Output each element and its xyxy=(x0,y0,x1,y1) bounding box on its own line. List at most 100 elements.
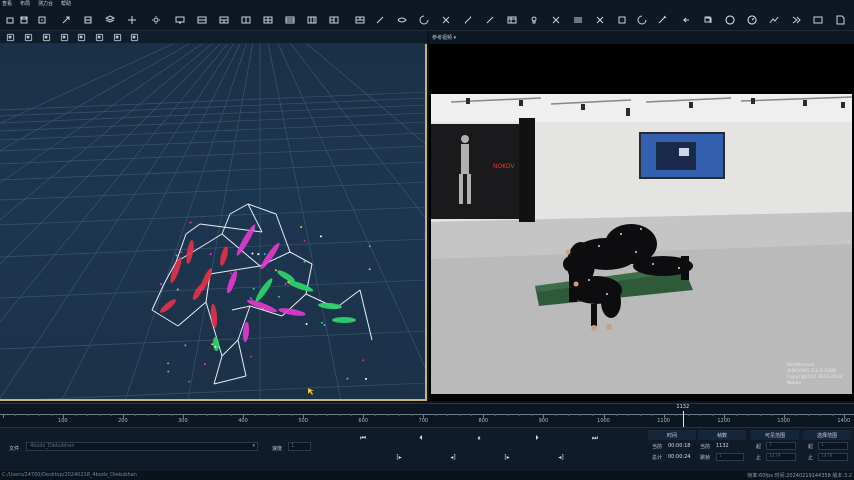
view-perspective-icon[interactable] xyxy=(60,33,70,42)
bone-link-icon-glyph xyxy=(376,16,384,24)
mark-in-button[interactable]: [▸ xyxy=(393,452,405,462)
save-icon[interactable] xyxy=(18,14,30,26)
panel-split-3-icon[interactable] xyxy=(240,14,252,26)
selection-end-input[interactable]: 1479 xyxy=(818,453,848,461)
mark-in-icon: [▸ xyxy=(396,453,402,461)
export-icon[interactable] xyxy=(82,14,94,26)
save-as-icon[interactable] xyxy=(36,14,48,26)
reference-video-dropdown[interactable]: 参考视频 ▾ xyxy=(432,34,456,41)
document-icon[interactable] xyxy=(834,14,846,26)
timeline-tick xyxy=(158,414,160,416)
bone-link-icon[interactable] xyxy=(374,14,386,26)
file-select[interactable]: 4bods_Diekubhan ▾ xyxy=(26,442,258,451)
record-icon[interactable] xyxy=(724,14,736,26)
fit-icon[interactable] xyxy=(130,33,140,42)
skip-start-icon: ⏮ xyxy=(359,433,367,442)
timeline-tick xyxy=(519,414,521,416)
folder-open-icon[interactable] xyxy=(4,14,16,26)
selection-start-input[interactable]: 1 xyxy=(818,442,848,450)
menu-help[interactable]: 帮助 xyxy=(61,0,71,9)
speed-label: 速度 xyxy=(272,446,283,452)
visible-start-input[interactable]: 1 xyxy=(766,442,796,450)
target-icon[interactable] xyxy=(616,14,628,26)
panel-grid-icon[interactable] xyxy=(262,14,274,26)
set-out-button[interactable]: [▸ xyxy=(501,452,513,462)
playhead[interactable] xyxy=(682,411,684,428)
mark-out-button[interactable]: ◂] xyxy=(555,452,567,462)
link-icon[interactable] xyxy=(60,14,72,26)
wand-icon[interactable] xyxy=(656,14,668,26)
selection-start-label: 起 xyxy=(808,444,814,450)
3d-viewport[interactable] xyxy=(0,44,427,401)
view-camera-icon[interactable] xyxy=(77,33,87,42)
menu-force-plate[interactable]: 测力台 xyxy=(38,0,53,9)
rotate-icon[interactable] xyxy=(636,14,648,26)
menu-view[interactable]: 查看 xyxy=(2,0,12,9)
set-in-button[interactable]: ◂] xyxy=(447,452,459,462)
panel-grid-4-icon[interactable] xyxy=(328,14,340,26)
timeline[interactable]: 1132 100 200 300 400 500 600 700 800 900 1000 1100… xyxy=(0,403,854,428)
timeline-tick xyxy=(219,414,220,416)
gauge-icon-glyph xyxy=(747,15,757,25)
panel-grid-5-icon[interactable] xyxy=(354,14,366,26)
settings-icon[interactable] xyxy=(150,14,162,26)
word-icon[interactable] xyxy=(812,14,824,26)
3d-scene xyxy=(0,44,425,399)
view-top-icon[interactable] xyxy=(42,33,52,42)
step-back-button[interactable]: ⏴ xyxy=(415,433,427,443)
settings-icon-glyph xyxy=(152,16,160,24)
gauge-icon[interactable] xyxy=(746,14,758,26)
reset-view-icon[interactable] xyxy=(113,33,123,42)
cube-icon[interactable] xyxy=(95,33,105,42)
speed-input[interactable]: 1 xyxy=(288,442,311,451)
scissors-icon[interactable] xyxy=(594,14,606,26)
wand-icon-glyph xyxy=(658,15,667,24)
step-forward-button[interactable]: ⏵ xyxy=(531,433,543,443)
copy-icon[interactable] xyxy=(702,14,714,26)
marker-connect-icon[interactable] xyxy=(462,14,474,26)
table-icon[interactable] xyxy=(506,14,518,26)
cut-icon[interactable] xyxy=(440,14,452,26)
panel-grid-2-icon-glyph xyxy=(285,16,295,24)
cross-icon[interactable] xyxy=(550,14,562,26)
layers-icon[interactable] xyxy=(104,14,116,26)
skip-end-button[interactable]: ⏭ xyxy=(589,433,601,443)
bulb-icon[interactable] xyxy=(528,14,540,26)
undo-icon[interactable] xyxy=(680,14,692,26)
reference-video-panel[interactable]: NOKOV PostProcess XINGYING 3.2.0.2009 Co… xyxy=(429,44,854,401)
graph-icon-glyph xyxy=(769,16,779,24)
menu-layout[interactable]: 布局 xyxy=(20,0,30,9)
timeline-tick xyxy=(747,414,749,416)
layers-icon-glyph xyxy=(105,15,115,23)
refresh-marker-icon-glyph xyxy=(419,15,429,25)
timeline-tick xyxy=(567,414,569,416)
bone-icon[interactable] xyxy=(484,14,496,26)
reference-toolbar: 参考视频 ▾ xyxy=(429,31,854,44)
panel-split-icon[interactable] xyxy=(196,14,208,26)
timeline-tick xyxy=(591,414,593,416)
timeline-tick xyxy=(38,414,40,416)
pause-button[interactable]: ⏸ xyxy=(473,433,485,443)
panel-grid-3-icon[interactable] xyxy=(306,14,318,26)
timeline-tick xyxy=(735,414,737,416)
timeline-tick xyxy=(351,414,353,416)
skip-start-button[interactable]: ⏮ xyxy=(357,433,369,443)
skip-frames-input[interactable]: 1 xyxy=(716,453,744,461)
record-icon-glyph xyxy=(725,15,735,25)
display-icon[interactable] xyxy=(174,14,186,26)
timeline-tick-label: 500 xyxy=(298,418,308,424)
view-front-icon[interactable] xyxy=(6,33,16,42)
panel-grid-2-icon[interactable] xyxy=(284,14,296,26)
eye-icon[interactable] xyxy=(396,14,408,26)
panel-split-2-icon[interactable] xyxy=(218,14,230,26)
calibrate-icon[interactable] xyxy=(126,14,138,26)
current-time: 00:00:18 xyxy=(668,443,691,449)
timeline-tick xyxy=(2,414,4,418)
sliders-icon[interactable] xyxy=(572,14,584,26)
timeline-tick xyxy=(495,414,497,416)
forward-icon[interactable] xyxy=(790,14,802,26)
refresh-marker-icon[interactable] xyxy=(418,14,430,26)
view-side-icon[interactable] xyxy=(24,33,34,42)
visible-end-input[interactable]: 1479 xyxy=(766,453,796,461)
graph-icon[interactable] xyxy=(768,14,780,26)
